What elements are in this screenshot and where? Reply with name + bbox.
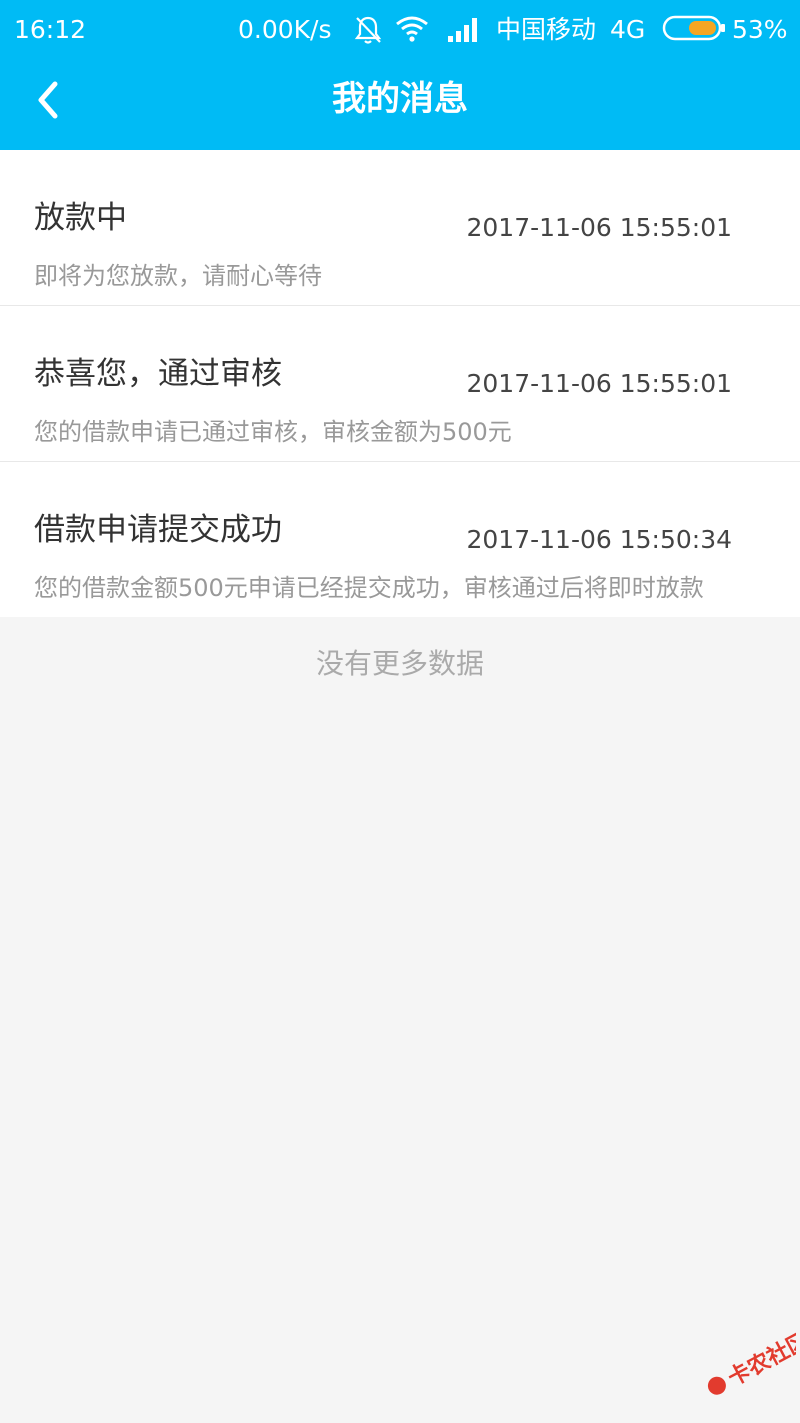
signal-icon <box>447 14 481 52</box>
status-carrier: 中国移动 <box>496 15 597 44</box>
status-time: 16:12 <box>14 15 87 44</box>
status-network-speed: 0.00K/s <box>238 15 332 44</box>
watermark-logo: 卡农社区 <box>696 1327 800 1408</box>
app-header: 16:12 0.00K/s 中国移动 4G 53% 我的消息 <box>0 0 800 150</box>
message-item[interactable]: 借款申请提交成功 2017-11-06 15:50:34 您的借款金额500元申… <box>0 462 800 617</box>
watermark-text: 卡农社区 <box>724 1328 796 1392</box>
status-battery-percent: 53% <box>732 15 788 44</box>
message-title: 借款申请提交成功 <box>34 512 282 548</box>
message-time: 2017-11-06 15:55:01 <box>466 213 732 242</box>
message-body: 您的借款申请已通过审核，审核金额为500元 <box>34 418 512 446</box>
wifi-icon <box>395 14 429 52</box>
no-more-data-label: 没有更多数据 <box>315 647 484 680</box>
message-body: 您的借款金额500元申请已经提交成功，审核通过后将即时放款 <box>34 574 704 602</box>
page-title: 我的消息 <box>332 79 468 119</box>
message-title: 恭喜您，通过审核 <box>34 356 282 392</box>
message-item[interactable]: 恭喜您，通过审核 2017-11-06 15:55:01 您的借款申请已通过审核… <box>0 306 800 462</box>
message-time: 2017-11-06 15:55:01 <box>466 369 732 398</box>
status-bar: 16:12 0.00K/s 中国移动 4G 53% <box>0 0 800 60</box>
message-title: 放款中 <box>34 200 127 236</box>
message-time: 2017-11-06 15:50:34 <box>466 525 732 554</box>
status-network-type: 4G <box>610 15 646 44</box>
nav-bar: 我的消息 <box>0 60 800 150</box>
bell-muted-icon <box>353 14 383 54</box>
message-body: 即将为您放款，请耐心等待 <box>34 262 322 290</box>
message-item[interactable]: 放款中 2017-11-06 15:55:01 即将为您放款，请耐心等待 <box>0 150 800 306</box>
battery-icon <box>662 14 726 50</box>
message-list: 放款中 2017-11-06 15:55:01 即将为您放款，请耐心等待 恭喜您… <box>0 150 800 617</box>
